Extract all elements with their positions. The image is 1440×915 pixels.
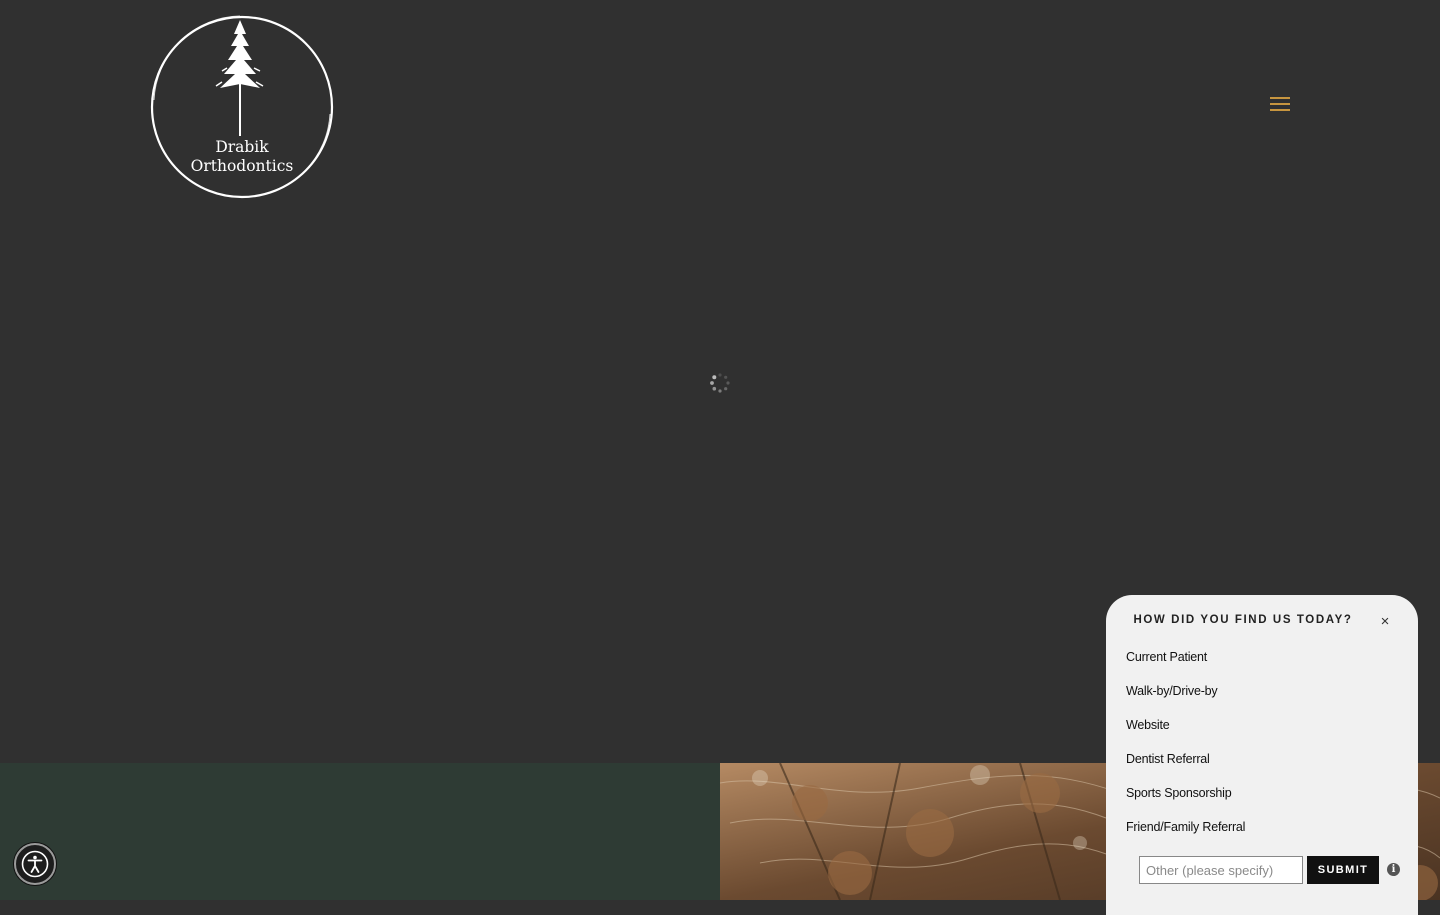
- accessibility-button[interactable]: [14, 843, 56, 885]
- survey-options-list: Current Patient Walk-by/Drive-by Website…: [1126, 647, 1396, 851]
- survey-option-sports-sponsorship[interactable]: Sports Sponsorship: [1126, 783, 1396, 817]
- info-icon[interactable]: i: [1387, 863, 1400, 876]
- logo-title-line2: Orthodontics: [190, 157, 294, 175]
- close-icon[interactable]: ×: [1377, 614, 1393, 630]
- survey-option-current-patient[interactable]: Current Patient: [1126, 647, 1396, 681]
- site-header: Drabik Orthodontics: [0, 0, 1440, 230]
- survey-option-walk-by[interactable]: Walk-by/Drive-by: [1126, 681, 1396, 715]
- spinner-icon: [709, 372, 731, 394]
- survey-option-website[interactable]: Website: [1126, 715, 1396, 749]
- footer-green-panel: [0, 763, 720, 900]
- hamburger-menu-button[interactable]: [1268, 95, 1292, 113]
- other-specify-input[interactable]: [1139, 856, 1303, 884]
- drabik-orthodontics-logo[interactable]: Drabik Orthodontics: [148, 12, 336, 200]
- hamburger-menu-icon: [1270, 97, 1290, 99]
- survey-option-dentist-referral[interactable]: Dentist Referral: [1126, 749, 1396, 783]
- referral-survey-popup: HOW DID YOU FIND US TODAY? × Current Pat…: [1106, 595, 1418, 915]
- survey-title: HOW DID YOU FIND US TODAY?: [1133, 614, 1353, 626]
- logo-title-line1: Drabik: [215, 138, 269, 156]
- survey-option-friend-family-referral[interactable]: Friend/Family Referral: [1126, 817, 1396, 851]
- submit-button[interactable]: SUBMIT: [1307, 856, 1379, 884]
- accessibility-icon: [21, 850, 49, 878]
